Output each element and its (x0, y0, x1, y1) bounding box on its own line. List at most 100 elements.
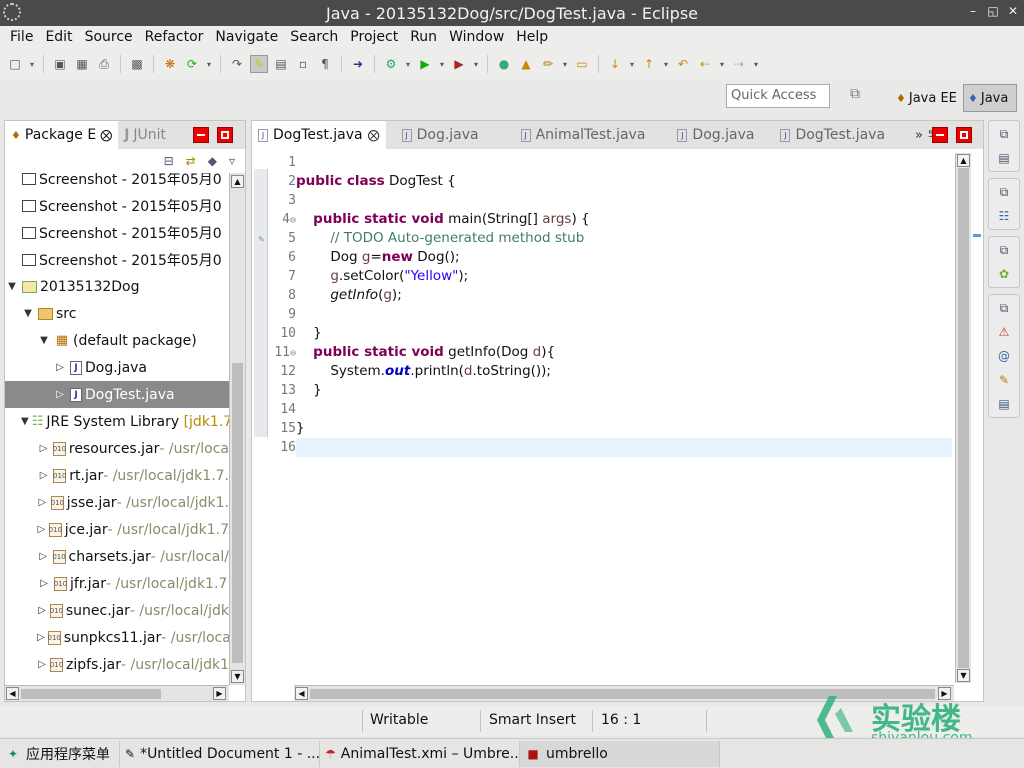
tree-item-jar[interactable]: ▷ 010 jce.jar - /usr/local/jdk1.7 (5, 516, 229, 543)
javadoc-icon[interactable]: @ (995, 347, 1013, 365)
perspective-java-ee-button[interactable]: ♦ Java EE (892, 84, 961, 112)
tree-item-jar[interactable]: ▷ 010 sunpkcs11.jar - /usr/loca (5, 624, 229, 651)
tree-item-jar[interactable]: ▷ 010 rt.jar - /usr/local/jdk1.7. (5, 462, 229, 489)
tree-item-jar[interactable]: ▷ 010 jsse.jar - /usr/local/jdk1. (5, 489, 229, 516)
taskbar-app-menu[interactable]: ✦ 应用程序菜单 (0, 740, 120, 767)
tree-item-screenshot[interactable]: Screenshot - 2015年05月0 (5, 219, 229, 246)
run-dropdown-icon[interactable]: ▾ (438, 55, 446, 73)
editor-vertical-scrollbar[interactable]: ▲ ▼ (955, 153, 971, 683)
toggle-mark-occurrences-icon[interactable]: ✎ (250, 55, 268, 73)
toggle-breadcrumb-icon[interactable]: ▫ (294, 55, 312, 73)
problems-icon[interactable]: ⚠ (995, 323, 1013, 341)
previous-edit-icon[interactable]: ↑ (640, 55, 658, 73)
forward-dropdown-icon[interactable]: ▾ (752, 55, 760, 73)
restore-icon[interactable]: ⧉ (995, 299, 1013, 317)
previous-edit-dropdown-icon[interactable]: ▾ (662, 55, 670, 73)
minimize-window-button[interactable]: – (966, 4, 980, 18)
new-java-project-icon[interactable]: ● (495, 55, 513, 73)
tree-item-jar[interactable]: ▷ 010 jfr.jar - /usr/local/jdk1.7 (5, 570, 229, 597)
close-window-button[interactable]: ✕ (1006, 4, 1020, 18)
menu-edit[interactable]: Edit (39, 29, 78, 45)
new-icon[interactable]: □ (6, 55, 24, 73)
tree-vertical-scrollbar[interactable]: ▲ ▼ (229, 173, 245, 685)
minimize-view-icon[interactable] (193, 127, 209, 143)
open-perspective-icon[interactable]: ⧉ (850, 86, 870, 106)
save-icon[interactable]: ▣ (51, 55, 69, 73)
new-server-icon[interactable]: ❋ (161, 55, 179, 73)
close-icon[interactable]: ⨂ (100, 128, 112, 142)
taskbar-item-text-editor[interactable]: ✎ *Untitled Document 1 - ... (120, 740, 320, 767)
next-annotation-icon[interactable]: ↷ (228, 55, 246, 73)
quick-access-input[interactable]: Quick Access (726, 84, 830, 108)
tree-item-java-file[interactable]: ▷ J Dog.java (5, 354, 229, 381)
scroll-up-icon[interactable]: ▲ (957, 154, 970, 167)
open-task-icon[interactable]: ▭ (573, 55, 591, 73)
outline-icon[interactable]: ☷ (995, 207, 1013, 225)
maximize-view-icon[interactable] (217, 127, 233, 143)
next-edit-dropdown-icon[interactable]: ▾ (628, 55, 636, 73)
editor-tab-dog[interactable]: J Dog.java (396, 121, 485, 149)
refresh-icon[interactable]: ⟳ (183, 55, 201, 73)
chevron-right-icon[interactable]: ▷ (37, 497, 48, 508)
scrollbar-thumb[interactable] (21, 689, 161, 699)
menu-refactor[interactable]: Refactor (139, 29, 210, 45)
tree-item-src-folder[interactable]: ▼ src (5, 300, 229, 327)
toggle-block-selection-icon[interactable]: ▤ (272, 55, 290, 73)
tree-item-screenshot[interactable]: Screenshot - 2015年05月0 (5, 192, 229, 219)
tree-horizontal-scrollbar[interactable]: ◀ ▶ (5, 685, 229, 701)
chevron-right-icon[interactable]: ▷ (37, 605, 47, 616)
external-tools-dropdown-icon[interactable]: ▾ (472, 55, 480, 73)
chevron-right-icon[interactable]: ▷ (37, 578, 51, 589)
menu-project[interactable]: Project (344, 29, 404, 45)
taskbar-item-umbrello[interactable]: ■ umbrello (520, 740, 720, 767)
editor-tab-dogtest-2[interactable]: J DogTest.java (774, 121, 891, 149)
chevron-right-icon[interactable]: ▷ (37, 659, 47, 670)
menu-search[interactable]: Search (284, 29, 344, 45)
tree-item-jre-library[interactable]: ▼ ☷ JRE System Library [jdk1.7. (5, 408, 229, 435)
task-list-icon[interactable]: ▤ (995, 149, 1013, 167)
scrollbar-thumb[interactable] (958, 168, 969, 668)
editor-tab-dog-2[interactable]: J Dog.java (671, 121, 760, 149)
new-dropdown-icon[interactable]: ▾ (28, 55, 36, 73)
menu-source[interactable]: Source (79, 29, 139, 45)
chevron-right-icon[interactable]: ▷ (37, 524, 46, 535)
debug-icon[interactable]: ⚙ (382, 55, 400, 73)
minimize-editor-icon[interactable] (932, 127, 948, 143)
back-icon[interactable]: ⇠ (696, 55, 714, 73)
restore-icon[interactable]: ⧉ (995, 241, 1013, 259)
chevron-down-icon[interactable]: ▼ (37, 335, 51, 346)
scroll-left-icon[interactable]: ◀ (6, 687, 19, 700)
chevron-down-icon[interactable]: ▼ (5, 281, 19, 292)
menu-navigate[interactable]: Navigate (209, 29, 284, 45)
taskbar-item-umbrello-doc[interactable]: ☂ AnimalTest.xmi – Umbre... (320, 740, 520, 767)
chevron-right-icon[interactable]: ▷ (37, 470, 50, 481)
next-edit-icon[interactable]: ↓ (606, 55, 624, 73)
tab-junit[interactable]: J JUnit (118, 121, 172, 149)
back-dropdown-icon[interactable]: ▾ (718, 55, 726, 73)
open-type-icon[interactable]: ▲ (517, 55, 535, 73)
chevron-right-icon[interactable]: ▷ (53, 389, 67, 400)
tree-item-java-file-selected[interactable]: ▷ J DogTest.java (5, 381, 229, 408)
view-menu-chevron-down-icon[interactable]: ▿ (229, 154, 235, 168)
status-insert-mode[interactable]: Smart Insert (489, 712, 576, 728)
chevron-right-icon[interactable]: ▷ (37, 632, 45, 643)
scroll-left-icon[interactable]: ◀ (295, 687, 308, 700)
link-with-editor-icon[interactable]: ⇄ (186, 154, 196, 168)
last-edit-location-icon[interactable]: ↶ (674, 55, 692, 73)
restore-icon[interactable]: ⧉ (995, 125, 1013, 143)
code-area[interactable]: public class DogTest { public static voi… (296, 153, 952, 457)
scroll-right-icon[interactable]: ▶ (213, 687, 226, 700)
tree-item-screenshot[interactable]: Screenshot - 2015年05月0 (5, 246, 229, 273)
save-all-icon[interactable]: ▦ (73, 55, 91, 73)
tree-item-jar[interactable]: ▷ 010 charsets.jar - /usr/local/ (5, 543, 229, 570)
forward-icon[interactable]: ⇢ (730, 55, 748, 73)
menu-file[interactable]: File (4, 29, 39, 45)
editor-annotation-ruler[interactable]: ✎ (254, 169, 268, 437)
external-tools-icon[interactable]: ▶ (450, 55, 468, 73)
tree-item-default-package[interactable]: ▼ ▦ (default package) (5, 327, 229, 354)
chevron-down-icon[interactable]: ▼ (21, 308, 35, 319)
maximize-editor-icon[interactable] (956, 127, 972, 143)
declaration-icon[interactable]: ✎ (995, 371, 1013, 389)
palette-icon[interactable]: ✿ (995, 265, 1013, 283)
tree-item-jar[interactable]: ▷ 010 zipfs.jar - /usr/local/jdk1 (5, 651, 229, 678)
